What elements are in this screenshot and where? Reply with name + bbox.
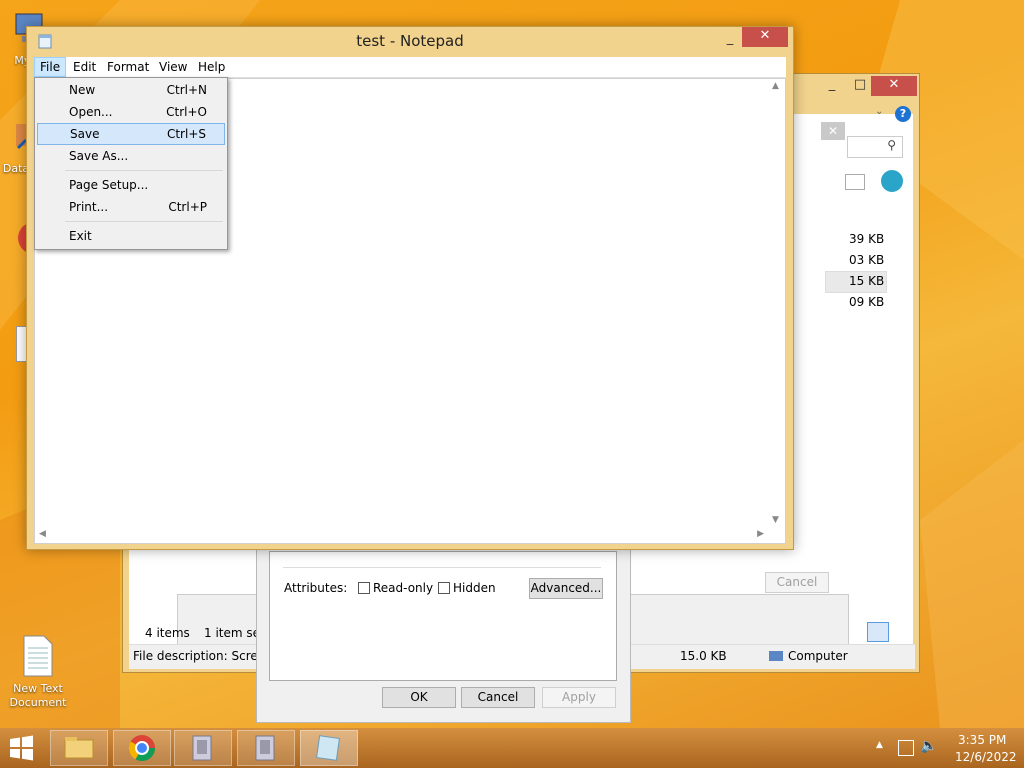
menu-item-label: Open... bbox=[69, 105, 113, 119]
menu-separator bbox=[65, 221, 223, 222]
menu-item-print[interactable]: Print... Ctrl+P bbox=[37, 196, 225, 218]
menu-separator bbox=[65, 170, 223, 171]
computer-icon bbox=[769, 651, 783, 661]
taskbar-chrome[interactable] bbox=[113, 730, 171, 766]
minimize-button[interactable]: _ bbox=[717, 30, 743, 50]
taskbar: ▲ 🔈 3:35 PM 12/6/2022 bbox=[0, 728, 1024, 768]
menu-item-save-as[interactable]: Save As... bbox=[37, 145, 225, 167]
hidden-label: Hidden bbox=[453, 581, 496, 595]
menu-item-label: New bbox=[69, 83, 96, 97]
location-label: Computer bbox=[788, 649, 848, 663]
details-view-icon[interactable] bbox=[867, 622, 889, 642]
readonly-checkbox[interactable] bbox=[358, 582, 370, 594]
menu-item-open[interactable]: Open... Ctrl+O bbox=[37, 101, 225, 123]
ok-button[interactable]: OK bbox=[382, 687, 456, 708]
scroll-left-icon[interactable]: ◀ bbox=[39, 529, 46, 539]
windows-logo-icon bbox=[10, 735, 33, 761]
folder-icon bbox=[64, 737, 94, 759]
clock-time[interactable]: 3:35 PM bbox=[958, 733, 1006, 747]
minimize-button[interactable]: _ bbox=[819, 76, 845, 96]
menu-item-label: Page Setup... bbox=[69, 178, 149, 192]
desktop-icon-label: New Text Document bbox=[9, 682, 67, 709]
close-icon[interactable]: ✕ bbox=[821, 122, 845, 140]
scroll-up-icon[interactable]: ▲ bbox=[772, 81, 779, 91]
tiles-view-icon[interactable] bbox=[891, 622, 909, 640]
show-hidden-icons[interactable]: ▲ bbox=[876, 740, 883, 750]
help-icon[interactable]: ? bbox=[895, 106, 911, 122]
view-icon[interactable] bbox=[845, 174, 865, 190]
cancel-button[interactable]: Cancel bbox=[461, 687, 535, 708]
file-description: File description: Screenl bbox=[133, 649, 277, 663]
search-box[interactable]: ⚲ bbox=[847, 136, 903, 158]
menu-edit[interactable]: Edit bbox=[68, 57, 101, 77]
start-button[interactable] bbox=[6, 734, 40, 762]
file-size: 15 KB bbox=[849, 274, 885, 288]
file-menu: New Ctrl+N Open... Ctrl+O Save Ctrl+S Sa… bbox=[34, 77, 228, 250]
network-icon[interactable] bbox=[898, 740, 914, 756]
apply-button[interactable]: Apply bbox=[542, 687, 616, 708]
hidden-checkbox[interactable] bbox=[438, 582, 450, 594]
horizontal-scrollbar[interactable]: ◀ ▶ bbox=[35, 526, 768, 543]
menu-item-save[interactable]: Save Ctrl+S bbox=[37, 123, 225, 145]
menu-item-shortcut: Ctrl+N bbox=[166, 83, 207, 97]
desktop-icon-new-text-document[interactable]: New Text Document bbox=[0, 634, 76, 710]
menu-bar: File Edit Format View Help bbox=[34, 57, 786, 78]
vertical-scrollbar[interactable]: ▲ ▼ bbox=[768, 79, 785, 527]
close-button[interactable]: ✕ bbox=[871, 76, 917, 96]
menu-item-exit[interactable]: Exit bbox=[37, 225, 225, 247]
notepad-icon bbox=[316, 735, 340, 761]
shell-icon bbox=[881, 170, 903, 192]
menu-help[interactable]: Help bbox=[193, 57, 230, 77]
menu-item-label: Print... bbox=[69, 200, 109, 214]
properties-dialog: Attributes: Read-only Hidden Advanced...… bbox=[256, 538, 631, 723]
taskbar-notepad[interactable] bbox=[300, 730, 358, 766]
properties-panel bbox=[269, 551, 617, 681]
size-status: 15.0 KB bbox=[680, 649, 727, 663]
taskbar-app-1[interactable] bbox=[174, 730, 232, 766]
scroll-right-icon[interactable]: ▶ bbox=[757, 529, 764, 539]
menu-item-shortcut: Ctrl+S bbox=[166, 127, 206, 141]
chrome-icon bbox=[128, 735, 156, 762]
menu-item-label: Save As... bbox=[69, 149, 129, 163]
file-size: 39 KB bbox=[849, 232, 885, 246]
text-file-icon bbox=[23, 635, 53, 677]
file-size: 03 KB bbox=[849, 253, 885, 267]
item-count: 4 items bbox=[145, 626, 190, 640]
search-icon: ⚲ bbox=[887, 138, 896, 152]
menu-item-page-setup[interactable]: Page Setup... bbox=[37, 174, 225, 196]
readonly-label: Read-only bbox=[373, 581, 434, 595]
menu-format[interactable]: Format bbox=[102, 57, 154, 77]
menu-view[interactable]: View bbox=[154, 57, 192, 77]
advanced-button[interactable]: Advanced... bbox=[529, 578, 603, 599]
menu-item-shortcut: Ctrl+P bbox=[168, 200, 207, 214]
taskbar-app-2[interactable] bbox=[237, 730, 295, 766]
menu-item-label: Save bbox=[70, 127, 100, 141]
cancel-button[interactable]: Cancel bbox=[765, 572, 829, 593]
menu-item-label: Exit bbox=[69, 229, 92, 243]
close-button[interactable]: ✕ bbox=[742, 27, 788, 47]
chevron-down-icon[interactable]: ⌄ bbox=[875, 106, 883, 117]
scroll-down-icon[interactable]: ▼ bbox=[772, 515, 779, 525]
divider bbox=[283, 567, 601, 568]
app-icon bbox=[192, 735, 212, 761]
window-title: test - Notepad bbox=[356, 32, 464, 50]
volume-icon[interactable]: 🔈 bbox=[920, 738, 937, 754]
attributes-label: Attributes: bbox=[284, 581, 348, 595]
file-size: 09 KB bbox=[849, 295, 885, 309]
taskbar-file-explorer[interactable] bbox=[50, 730, 108, 766]
menu-item-shortcut: Ctrl+O bbox=[166, 105, 207, 119]
app-icon bbox=[255, 735, 275, 761]
menu-item-new[interactable]: New Ctrl+N bbox=[37, 79, 225, 101]
menu-file[interactable]: File bbox=[34, 57, 67, 77]
clock-date[interactable]: 12/6/2022 bbox=[955, 750, 1017, 764]
maximize-button[interactable]: □ bbox=[847, 76, 873, 96]
